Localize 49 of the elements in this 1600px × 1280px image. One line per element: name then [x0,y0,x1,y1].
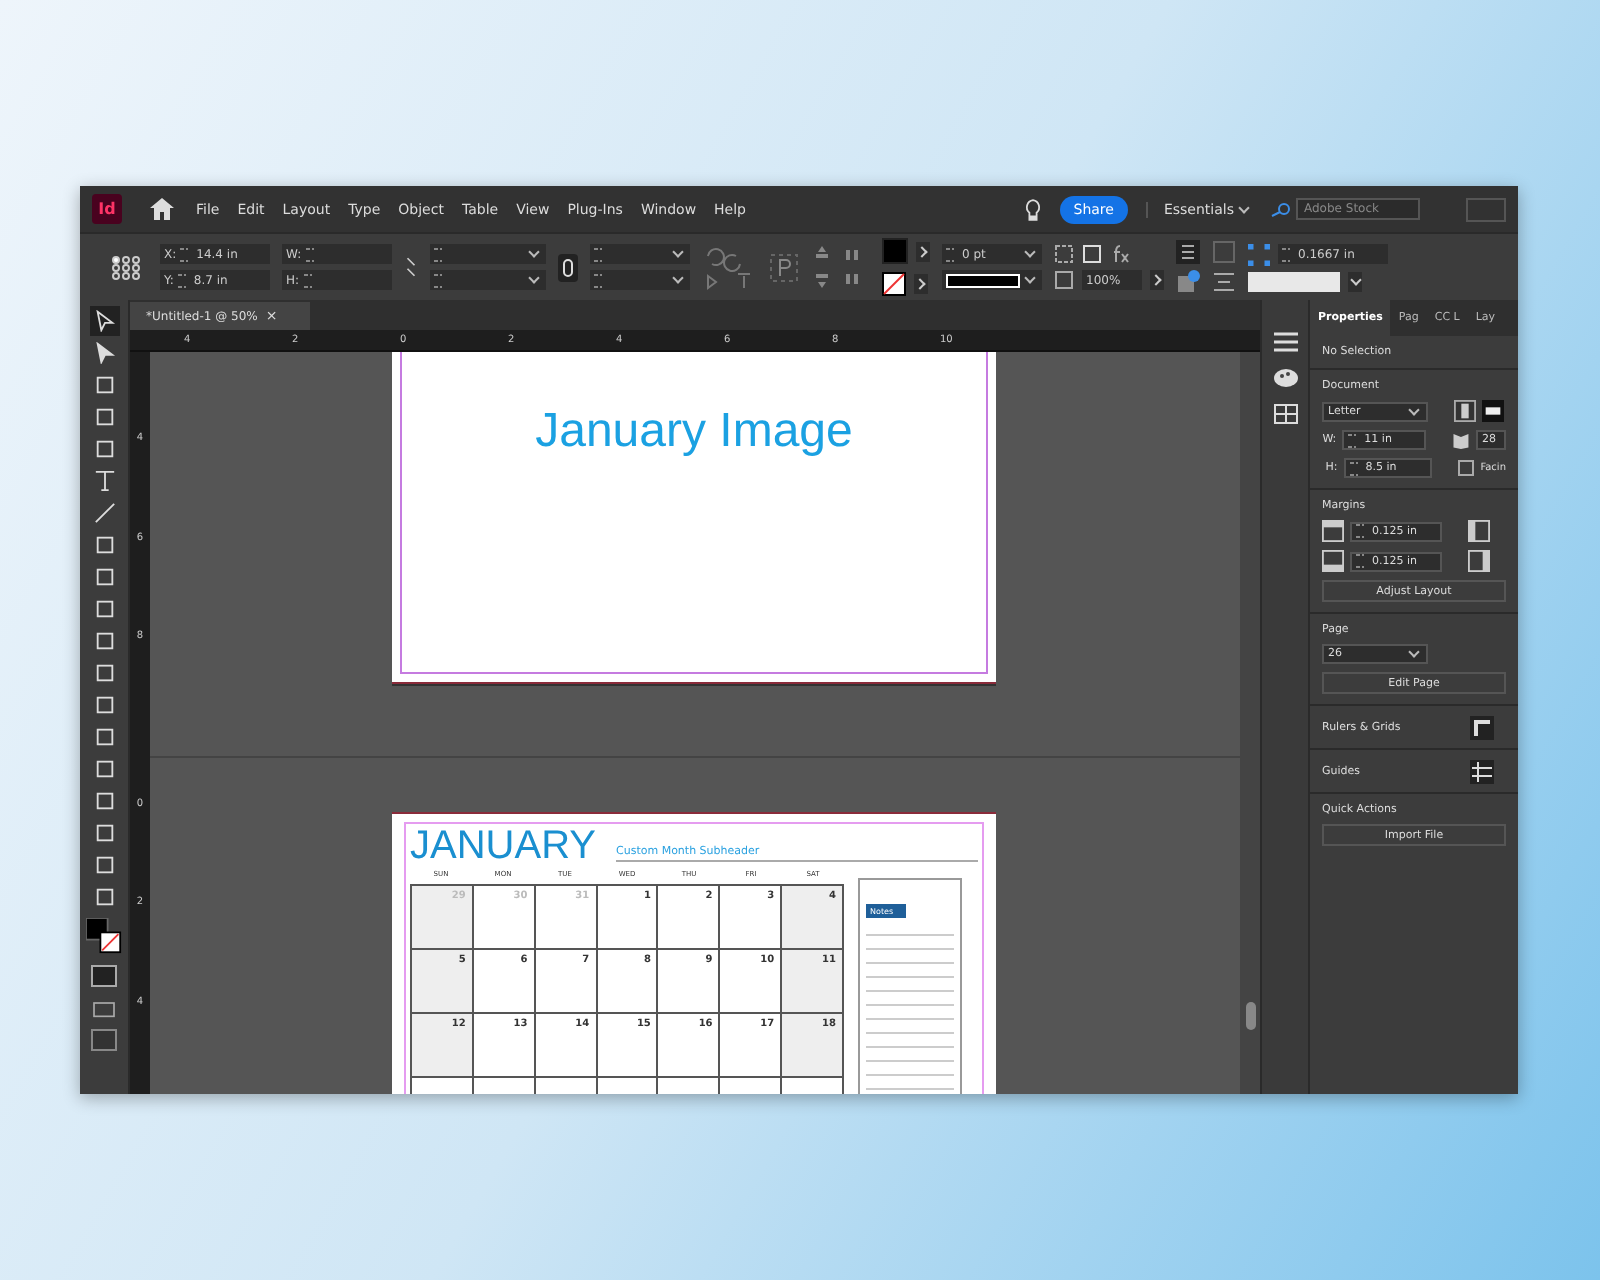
fill-swatch-icon[interactable] [882,238,908,264]
lightbulb-icon[interactable] [1023,197,1042,221]
rotate-dropdown[interactable] [590,244,690,264]
direct-selection-icon[interactable] [93,342,115,364]
home-icon[interactable] [150,198,174,220]
rectangle-tool-icon[interactable] [93,630,115,652]
line-tool-icon[interactable] [93,502,115,524]
month-title: JANUARY [410,828,596,864]
opacity-icon[interactable] [1054,270,1074,290]
scrollbar-thumb[interactable] [1246,1002,1256,1030]
search-icon [1270,201,1290,217]
text-wrap-icon[interactable] [770,253,798,281]
menu-icon[interactable] [1273,332,1297,352]
portrait-icon[interactable] [1454,400,1476,422]
effects-icon[interactable] [1110,244,1130,264]
guides-icon[interactable] [1470,759,1494,783]
bottom-margin-icon [1322,550,1344,572]
selection-tool-icon[interactable] [93,310,115,332]
scale-x-dropdown[interactable] [430,244,546,264]
app-logo[interactable]: Id [92,194,122,224]
top-margin-icon [1322,520,1344,542]
text-frame-icon[interactable] [1176,240,1200,264]
right-margin-icon [1468,550,1490,572]
scale-y-dropdown[interactable] [430,270,546,290]
screen-mode-icon[interactable] [92,998,116,1018]
reference-point-icon[interactable] [112,255,140,279]
palette-icon[interactable] [1273,368,1297,388]
corner-points-icon[interactable] [1248,243,1270,265]
ruler-icon[interactable] [1470,715,1494,739]
type-tool-icon[interactable] [93,470,115,492]
corner-style-arrow-button[interactable] [1348,271,1362,291]
chain-icon[interactable] [558,253,578,281]
link-icon[interactable] [404,256,418,278]
corner-style-dropdown[interactable] [1248,271,1340,291]
stroke-swatch-icon[interactable] [882,272,906,296]
shear-dropdown[interactable] [590,270,690,290]
facing-checkbox[interactable] [1458,460,1475,476]
preview-mode-icon[interactable] [90,964,118,988]
stroke-style-dropdown[interactable] [942,270,1042,290]
pages-icon[interactable] [1273,404,1297,424]
stroke-arrow-button[interactable] [914,274,928,294]
left-margin-icon [1468,520,1490,542]
align-icon[interactable] [1212,270,1236,294]
landscape-icon[interactable] [1482,400,1504,422]
page-title: January Image [535,404,853,460]
fill-arrow-button[interactable] [916,241,930,261]
fill-stroke-swatch-icon[interactable] [86,918,122,954]
opacity-arrow-button[interactable] [1150,270,1164,290]
pages-count-icon [1452,430,1471,450]
